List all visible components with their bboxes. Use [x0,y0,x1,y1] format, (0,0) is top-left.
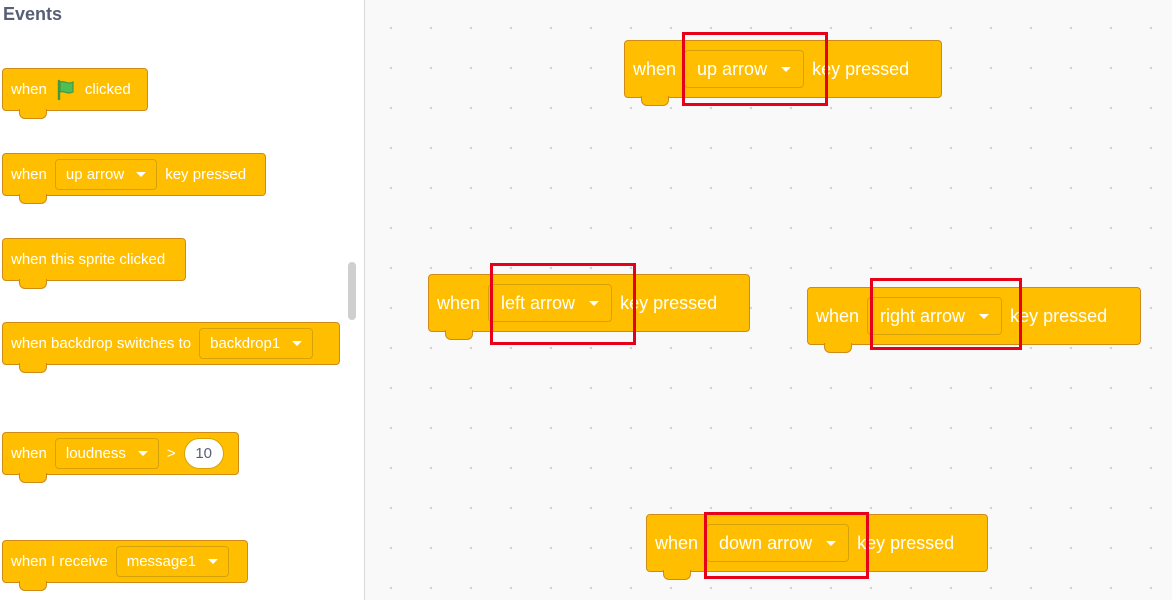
when-label: when [11,445,47,462]
when-backdrop-switches-block[interactable]: when backdrop switches to backdrop1 [2,306,340,373]
key-dropdown-value: up arrow [65,166,125,183]
backdrop-dropdown-value: backdrop1 [210,335,281,352]
key-pressed-label: key pressed [1010,305,1108,326]
workspace-down-arrow-block[interactable]: when down arrow key pressed [646,493,988,580]
key-dropdown[interactable]: right arrow [867,297,1003,335]
workspace-left-arrow-block[interactable]: when left arrow key pressed [428,253,750,340]
when-label: when [11,166,47,183]
caret-down-icon [781,66,792,72]
key-dropdown[interactable]: up arrow [54,159,158,190]
blocks-palette: Events when clicked when up arrow key pr… [0,0,365,600]
key-dropdown-value: up arrow [697,58,768,79]
caret-down-icon [826,540,837,546]
caret-down-icon [136,172,147,177]
when-label: when [11,81,47,98]
receive-label: when I receive [11,553,108,570]
palette-scrollbar[interactable] [348,262,356,320]
threshold-input[interactable]: 10 [183,438,224,469]
sprite-clicked-label: when this sprite clicked [11,251,166,268]
key-dropdown-value: left arrow [501,292,576,313]
caret-down-icon [589,300,600,306]
sensor-dropdown-value: loudness [65,445,126,462]
clicked-label: clicked [84,81,131,98]
when-key-pressed-block[interactable]: when up arrow key pressed [2,137,266,204]
key-pressed-label: key pressed [620,292,718,313]
when-label: when [633,58,677,79]
block-notch [19,109,47,119]
when-label: when [816,305,860,326]
backdrop-label: when backdrop switches to [11,335,192,352]
key-dropdown-value: right arrow [880,305,966,326]
backdrop-dropdown[interactable]: backdrop1 [199,328,314,359]
category-title: Events [3,4,63,24]
caret-down-icon [137,451,148,456]
green-flag-icon [55,79,77,101]
caret-down-icon [979,313,990,319]
message-dropdown[interactable]: message1 [115,546,229,577]
workspace-right-arrow-block[interactable]: when right arrow key pressed [807,266,1141,353]
key-dropdown[interactable]: up arrow [684,50,805,88]
message-dropdown-value: message1 [126,553,196,570]
when-loudness-block[interactable]: when loudness > 10 [2,416,239,483]
when-i-receive-block[interactable]: when I receive message1 [2,524,248,591]
sensor-dropdown[interactable]: loudness [54,438,159,469]
when-flag-clicked-block[interactable]: when clicked [2,52,148,119]
key-dropdown[interactable]: down arrow [706,524,850,562]
key-pressed-label: key pressed [812,58,910,79]
key-dropdown-value: down arrow [719,532,813,553]
workspace-up-arrow-block[interactable]: when up arrow key pressed [624,19,942,106]
when-sprite-clicked-block[interactable]: when this sprite clicked [2,222,186,289]
caret-down-icon [207,559,218,564]
key-pressed-label: key pressed [857,532,955,553]
when-label: when [437,292,481,313]
key-pressed-label: key pressed [165,166,247,183]
caret-down-icon [292,341,303,346]
when-label: when [655,532,699,553]
key-dropdown[interactable]: left arrow [488,284,613,322]
greater-than-label: > [166,445,176,462]
